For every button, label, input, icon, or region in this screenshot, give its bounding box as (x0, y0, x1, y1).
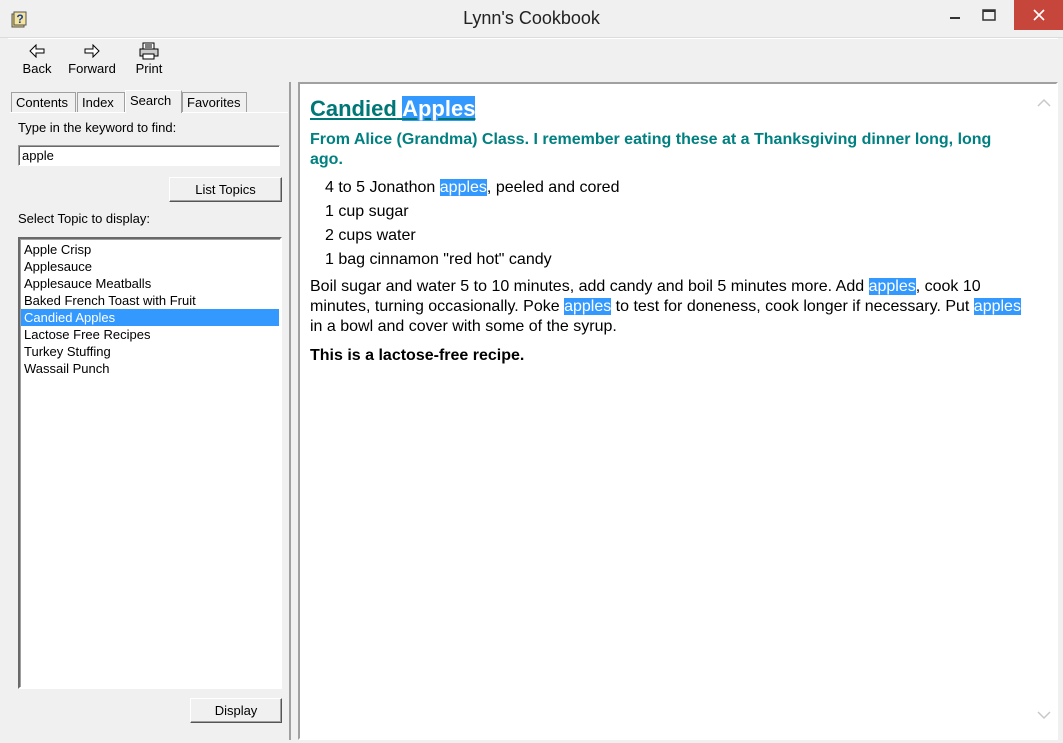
ingredient-item: 4 to 5 Jonathon apples, peeled and cored (310, 176, 1024, 200)
topic-item-selected[interactable]: Candied Apples (21, 309, 279, 326)
forward-button[interactable]: Forward (66, 41, 118, 81)
window-title: Lynn's Cookbook (463, 8, 600, 28)
title-text: Candied (310, 96, 397, 121)
topic-item[interactable]: Applesauce (21, 258, 279, 275)
printer-icon (139, 42, 159, 60)
keyword-input[interactable] (18, 145, 280, 166)
maximize-button[interactable] (966, 0, 1012, 30)
navigation-pane: Contents Index Search Favorites Type in … (8, 82, 291, 740)
back-arrow-icon (29, 44, 45, 58)
search-highlight: apples (439, 179, 487, 196)
ingredient-text: , peeled and cored (486, 179, 620, 196)
title-bar: ? Lynn's Cookbook (0, 0, 1063, 38)
forward-label: Forward (68, 61, 116, 76)
search-highlight: apples (868, 278, 916, 295)
recipe-title: Candied Apples (310, 96, 1024, 122)
back-label: Back (22, 61, 52, 76)
scroll-down-icon[interactable] (1036, 708, 1052, 722)
topic-item[interactable]: Applesauce Meatballs (21, 275, 279, 292)
topic-item[interactable]: Wassail Punch (21, 360, 279, 377)
topic-item[interactable]: Baked French Toast with Fruit (21, 292, 279, 309)
tab-search[interactable]: Search (125, 90, 182, 113)
back-button[interactable]: Back (20, 41, 54, 81)
topic-item[interactable]: Lactose Free Recipes (21, 326, 279, 343)
ingredient-item: 2 cups water (325, 227, 416, 244)
close-icon (1032, 9, 1045, 21)
minimize-icon (950, 17, 960, 19)
topic-list[interactable]: Apple Crisp Applesauce Applesauce Meatba… (18, 237, 282, 689)
scroll-up-icon[interactable] (1036, 96, 1052, 110)
instructions-text: Boil sugar and water 5 to 10 minutes, ad… (310, 278, 865, 295)
instructions-text: to test for doneness, cook longer if nec… (615, 298, 970, 315)
close-button[interactable] (1014, 0, 1063, 30)
list-topics-button[interactable]: List Topics (169, 177, 282, 202)
lactose-note: This is a lactose-free recipe. (310, 347, 525, 364)
topic-content: Candied Apples From Alice (Grandma) Clas… (310, 96, 1024, 365)
topic-item[interactable]: Turkey Stuffing (21, 343, 279, 360)
tab-contents[interactable]: Contents (11, 92, 76, 112)
tab-favorites[interactable]: Favorites (182, 92, 247, 112)
keyword-label: Type in the keyword to find: (18, 120, 177, 135)
ingredient-item: 1 bag cinnamon "red hot" candy (325, 251, 552, 268)
print-button[interactable]: Print (133, 41, 165, 81)
forward-arrow-icon (84, 44, 100, 58)
toolbar: Back Forward Print (8, 38, 1058, 81)
maximize-icon (982, 9, 996, 21)
title-highlight: Apples (402, 96, 476, 121)
recipe-subtitle: From Alice (Grandma) Class. I remember e… (310, 131, 992, 168)
tab-index[interactable]: Index (77, 92, 125, 112)
topic-item[interactable]: Apple Crisp (21, 241, 279, 258)
instructions-text: in a bowl and cover with some of the syr… (310, 318, 617, 335)
ingredient-text: 4 to 5 Jonathon (325, 179, 436, 196)
instructions-paragraph: Boil sugar and water 5 to 10 minutes, ad… (310, 277, 1024, 337)
print-label: Print (135, 61, 163, 76)
search-panel: Type in the keyword to find: List Topics… (10, 112, 288, 738)
search-highlight: apples (564, 298, 612, 315)
display-button[interactable]: Display (190, 698, 282, 723)
topic-label: Select Topic to display: (18, 211, 150, 226)
search-highlight: apples (973, 298, 1021, 315)
topic-content-pane[interactable]: Candied Apples From Alice (Grandma) Clas… (298, 82, 1058, 740)
ingredient-item: 1 cup sugar (325, 203, 409, 220)
